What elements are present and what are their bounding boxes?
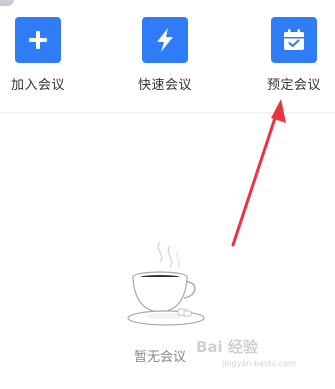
coffee-cup-icon — [127, 241, 205, 326]
watermark: Bai 经验 — [196, 338, 258, 356]
empty-state-message: 暂无会议 — [133, 350, 186, 365]
meeting-home: 加入会议 快速会议 预定会议 暂无会议 Bai 经验 jingyan.baidu… — [0, 0, 335, 389]
watermark-url: jingyan.baidu.com — [222, 359, 296, 368]
